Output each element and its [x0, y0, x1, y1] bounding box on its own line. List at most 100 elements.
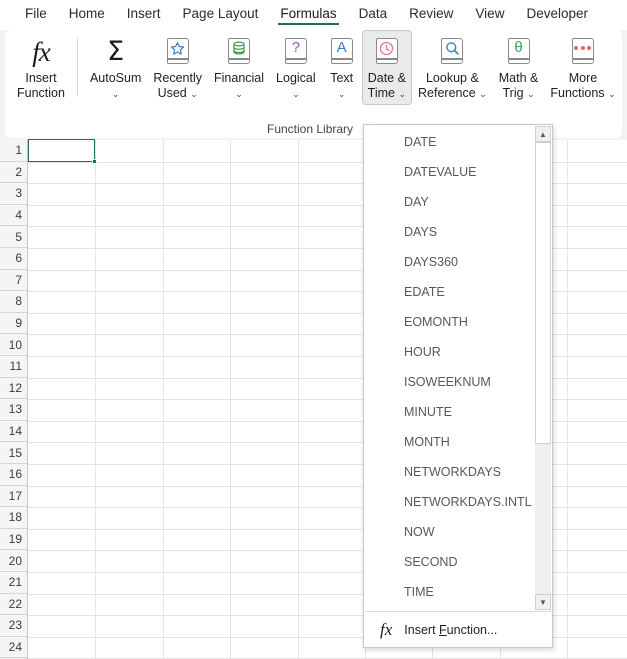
ribbon-tab-page-layout[interactable]: Page Layout	[172, 3, 270, 27]
ribbon-tab-data[interactable]: Data	[348, 3, 399, 27]
scroll-up-arrow-icon[interactable]: ▲	[535, 126, 551, 142]
book-spine	[441, 58, 464, 60]
ribbon-tab-file[interactable]: File	[14, 3, 58, 27]
ribbon-button-label: Insert Function	[17, 71, 65, 101]
menu-item-second[interactable]: SECOND	[364, 547, 552, 577]
row-header[interactable]: 22	[0, 593, 27, 616]
row-header[interactable]: 2	[0, 161, 27, 184]
menu-scrollbar[interactable]: ▲ ▼	[535, 126, 551, 610]
ribbon-button-insert-function[interactable]: fx Insert Function	[11, 30, 71, 104]
menu-item-eomonth[interactable]: EOMONTH	[364, 307, 552, 337]
chevron-down-icon[interactable]: ⌄	[398, 89, 406, 99]
row-header[interactable]: 5	[0, 226, 27, 248]
chevron-down-icon[interactable]: ⌄	[479, 89, 487, 99]
ribbon-button-label-line2: Time ⌄	[368, 86, 406, 102]
insert-function-menu-item[interactable]: fx Insert Function...	[364, 612, 552, 648]
menu-item-datevalue[interactable]: DATEVALUE	[364, 157, 552, 187]
row-header[interactable]: 21	[0, 572, 27, 594]
row-header[interactable]: 14	[0, 420, 27, 443]
ribbon-button-date-time[interactable]: Date & Time ⌄	[361, 30, 413, 105]
ribbon-button-text[interactable]: A Text ⌄	[322, 30, 362, 105]
row-header[interactable]: 10	[0, 334, 27, 356]
menu-item-minute[interactable]: MINUTE	[364, 397, 552, 427]
scrollbar-thumb[interactable]	[535, 142, 551, 444]
row-header[interactable]: 12	[0, 377, 27, 400]
row-header[interactable]: 24	[0, 636, 27, 659]
function-list[interactable]: DATE DATEVALUE DAY DAYS DAYS360 EDATE EOMONTH H…	[364, 125, 552, 611]
row-header[interactable]: 17	[0, 485, 27, 508]
ribbon-button-label-line2: ⌄	[214, 86, 264, 102]
selected-cell-a1[interactable]	[28, 139, 96, 162]
book-spine	[284, 58, 307, 60]
ribbon-tab-label: Formulas	[280, 6, 337, 21]
row-header[interactable]: 16	[0, 464, 27, 486]
menu-item-day[interactable]: DAY	[364, 187, 552, 217]
menu-item-networkdays[interactable]: NETWORKDAYS	[364, 457, 552, 487]
fill-handle[interactable]	[92, 158, 98, 164]
row-header[interactable]: 19	[0, 528, 27, 551]
row-header[interactable]: 8	[0, 291, 27, 313]
menu-item-month[interactable]: MONTH	[364, 427, 552, 457]
ribbon-tab-label: Review	[409, 6, 454, 21]
row-header[interactable]: 23	[0, 615, 27, 637]
excel-window: File Home Insert Page Layout Formulas Data Rev…	[0, 0, 627, 659]
insert-function-label-post: unction...	[446, 623, 498, 637]
fx-icon: fx	[380, 620, 393, 639]
letter-a-book-icon: A	[328, 37, 356, 67]
chevron-down-icon[interactable]: ⌄	[527, 89, 535, 99]
clock-book-icon	[373, 37, 401, 67]
ribbon-button-label-line2: ⌄	[90, 86, 141, 102]
row-header[interactable]: 9	[0, 312, 27, 335]
row-header[interactable]: 3	[0, 183, 27, 205]
menu-item-edate[interactable]: EDATE	[364, 277, 552, 307]
menu-item-days[interactable]: DAYS	[364, 217, 552, 247]
menu-item-days360[interactable]: DAYS360	[364, 247, 552, 277]
insert-function-label-pre: Insert	[404, 623, 440, 637]
chevron-down-icon[interactable]: ⌄	[292, 89, 300, 99]
book-spine	[571, 58, 594, 60]
ribbon-button-label-line1: Recently	[153, 71, 203, 85]
row-header[interactable]: 20	[0, 550, 27, 572]
ribbon-tab-developer[interactable]: Developer	[515, 3, 599, 27]
date-time-dropdown-menu[interactable]: DATE DATEVALUE DAY DAYS DAYS360 EDATE EOMONTH H…	[363, 124, 553, 648]
ribbon-tab-home[interactable]: Home	[58, 3, 116, 27]
row-header[interactable]: 13	[0, 399, 27, 421]
row-header[interactable]: 15	[0, 442, 27, 464]
grid-column-line	[162, 140, 164, 659]
chevron-down-icon[interactable]: ⌄	[338, 89, 346, 99]
row-header[interactable]: 11	[0, 356, 27, 378]
row-header-column: 1 2 3 4 5 6 7 8 9 10 11 12 13 14 15 16 17 18 19 20 21 22 23 24	[0, 140, 28, 659]
question-book-icon: ?	[282, 37, 310, 67]
menu-item-isoweeknum[interactable]: ISOWEEKNUM	[364, 367, 552, 397]
menu-item-date[interactable]: DATE	[364, 127, 552, 157]
ribbon-tab-view[interactable]: View	[464, 3, 515, 27]
scroll-down-arrow-icon[interactable]: ▼	[535, 594, 551, 610]
row-header[interactable]: 7	[0, 269, 27, 292]
menu-item-hour[interactable]: HOUR	[364, 337, 552, 367]
chevron-down-icon[interactable]: ⌄	[190, 89, 198, 99]
menu-item-now[interactable]: NOW	[364, 517, 552, 547]
ribbon-button-more-functions[interactable]: More Functions ⌄	[544, 30, 621, 105]
chevron-down-icon[interactable]: ⌄	[608, 89, 616, 99]
ribbon-button-recently-used[interactable]: Recently Used ⌄	[147, 30, 208, 105]
ribbon-button-label-line1: Date &	[367, 71, 406, 85]
menu-item-time[interactable]: TIME	[364, 577, 552, 607]
ribbon-tab-insert[interactable]: Insert	[116, 3, 172, 27]
ribbon-button-math-trig[interactable]: θ Math & Trig ⌄	[493, 30, 545, 105]
ribbon-button-label-line2-text: Function	[17, 86, 65, 100]
ribbon-button-label-line2-text: Time	[367, 86, 395, 100]
ribbon-tab-review[interactable]: Review	[398, 3, 464, 27]
chevron-down-icon[interactable]: ⌄	[235, 89, 243, 99]
ribbon-button-lookup-reference[interactable]: Lookup & Reference ⌄	[412, 30, 493, 105]
ribbon-tab-formulas[interactable]: Formulas	[269, 3, 347, 27]
book-glyph	[164, 39, 192, 57]
menu-item-networkdays-intl[interactable]: NETWORKDAYS.INTL	[364, 487, 552, 517]
chevron-down-icon[interactable]: ⌄	[112, 89, 120, 99]
ribbon-button-autosum[interactable]: Σ AutoSum ⌄	[84, 30, 147, 105]
row-header[interactable]: 6	[0, 248, 27, 270]
ribbon-button-logical[interactable]: ? Logical ⌄	[270, 30, 322, 105]
row-header[interactable]: 18	[0, 507, 27, 529]
row-header[interactable]: 1	[0, 140, 27, 162]
ribbon-button-financial[interactable]: Financial ⌄	[208, 30, 270, 105]
row-header[interactable]: 4	[0, 204, 27, 227]
